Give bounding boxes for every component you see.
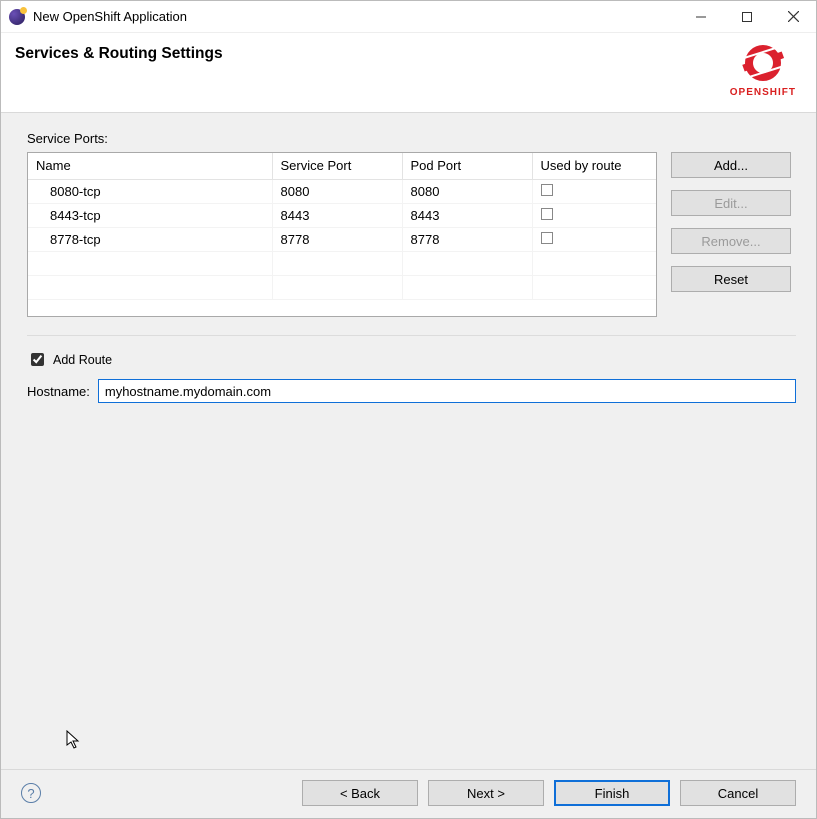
col-name[interactable]: Name xyxy=(28,153,272,179)
hostname-label: Hostname: xyxy=(27,384,90,399)
checkbox-icon[interactable] xyxy=(541,232,553,244)
cell-used-by-route xyxy=(532,179,656,203)
reset-button[interactable]: Reset xyxy=(671,266,791,292)
wizard-footer: ? < Back Next > Finish Cancel xyxy=(1,769,816,818)
back-button[interactable]: < Back xyxy=(302,780,418,806)
divider xyxy=(27,335,796,336)
cell-name: 8080-tcp xyxy=(28,179,272,203)
cell-name: 8778-tcp xyxy=(28,227,272,251)
wizard-banner: Services & Routing Settings OPENSHIFT xyxy=(1,33,816,113)
cell-service-port: 8778 xyxy=(272,227,402,251)
cell-pod-port: 8443 xyxy=(402,203,532,227)
window-title: New OpenShift Application xyxy=(33,9,187,24)
col-service-port[interactable]: Service Port xyxy=(272,153,402,179)
table-row[interactable] xyxy=(28,275,656,299)
cell-used-by-route xyxy=(532,203,656,227)
openshift-logo: OPENSHIFT xyxy=(730,43,796,98)
openshift-logo-text: OPENSHIFT xyxy=(730,87,796,98)
cell-service-port: 8080 xyxy=(272,179,402,203)
help-icon[interactable]: ? xyxy=(21,783,41,803)
edit-button[interactable]: Edit... xyxy=(671,190,791,216)
cell-service-port: 8443 xyxy=(272,203,402,227)
eclipse-icon xyxy=(9,9,25,25)
service-ports-table[interactable]: Name Service Port Pod Port Used by route… xyxy=(27,152,657,317)
titlebar: New OpenShift Application xyxy=(1,1,816,33)
table-row[interactable] xyxy=(28,251,656,275)
cell-pod-port: 8778 xyxy=(402,227,532,251)
table-row[interactable]: 8778-tcp 8778 8778 xyxy=(28,227,656,251)
col-pod-port[interactable]: Pod Port xyxy=(402,153,532,179)
remove-button[interactable]: Remove... xyxy=(671,228,791,254)
checkbox-icon[interactable] xyxy=(541,184,553,196)
table-row[interactable]: 8080-tcp 8080 8080 xyxy=(28,179,656,203)
add-button[interactable]: Add... xyxy=(671,152,791,178)
add-route-label: Add Route xyxy=(53,353,112,367)
cell-name: 8443-tcp xyxy=(28,203,272,227)
cell-pod-port: 8080 xyxy=(402,179,532,203)
maximize-button[interactable] xyxy=(724,1,770,32)
finish-button[interactable]: Finish xyxy=(554,780,670,806)
table-row[interactable]: 8443-tcp 8443 8443 xyxy=(28,203,656,227)
cell-used-by-route xyxy=(532,227,656,251)
content-area: Service Ports: Name Service Port Pod Por… xyxy=(1,113,816,769)
cancel-button[interactable]: Cancel xyxy=(680,780,796,806)
close-button[interactable] xyxy=(770,1,816,32)
add-route-checkbox[interactable] xyxy=(31,353,44,366)
page-title: Services & Routing Settings xyxy=(15,45,223,63)
service-ports-label: Service Ports: xyxy=(27,131,796,146)
col-used-by-route[interactable]: Used by route xyxy=(532,153,656,179)
hostname-input[interactable] xyxy=(98,379,796,403)
next-button[interactable]: Next > xyxy=(428,780,544,806)
minimize-button[interactable] xyxy=(678,1,724,32)
checkbox-icon[interactable] xyxy=(541,208,553,220)
